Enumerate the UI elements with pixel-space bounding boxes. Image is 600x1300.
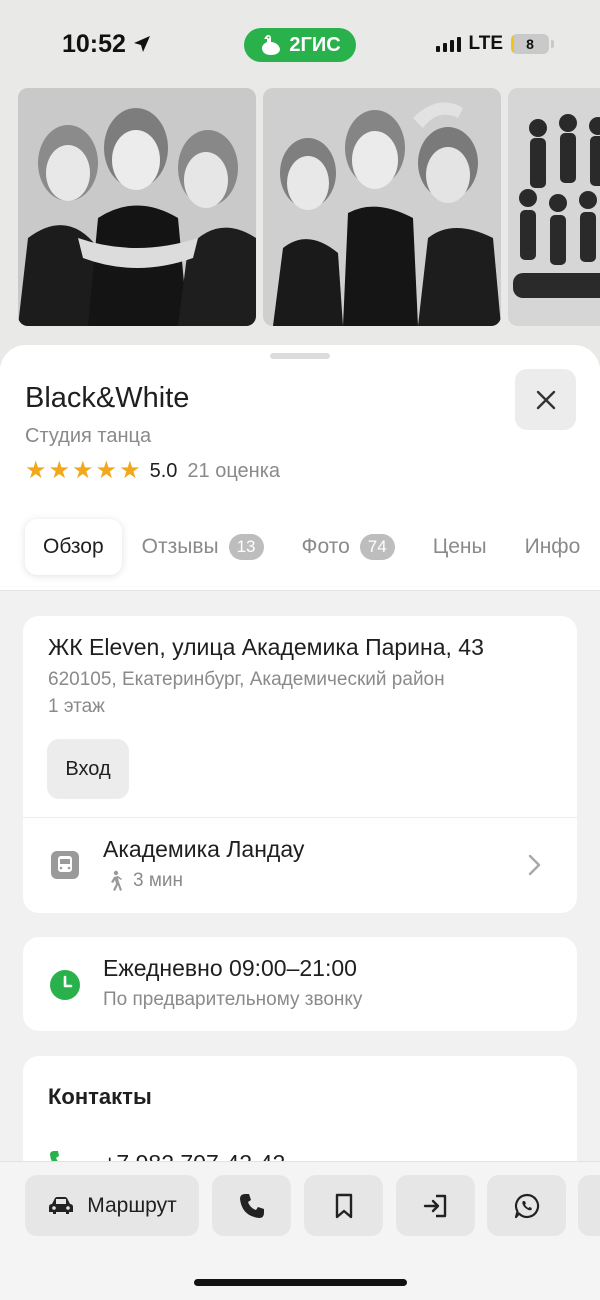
clock-icon <box>50 970 80 1000</box>
route-button-label: Маршрут <box>87 1193 177 1217</box>
chevron-right-icon[interactable] <box>525 852 543 878</box>
place-category: Студия танца <box>25 425 152 447</box>
network-type: LTE <box>468 33 503 54</box>
app-badge[interactable]: 2ГИС <box>244 28 356 62</box>
bookmark-icon <box>335 1193 352 1218</box>
address-card: ЖК Eleven, улица Академика Парина, 43 62… <box>23 616 577 913</box>
call-button[interactable] <box>212 1175 291 1236</box>
tab-label: Инфо <box>524 535 581 558</box>
action-bar: Маршрут <box>0 1161 600 1300</box>
tab-label: Отзывы <box>141 535 219 558</box>
enter-icon <box>423 1194 446 1217</box>
photo-girls-three-icon <box>18 88 256 326</box>
app-badge-label: 2ГИС <box>289 33 341 56</box>
tab-4[interactable]: Инфо <box>507 519 599 575</box>
transit-stop[interactable]: Академика Ландау <box>103 836 304 863</box>
walk-time-row: 3 мин <box>105 870 183 892</box>
hours-card[interactable]: Ежедневно 09:00–21:00 По предварительном… <box>23 937 577 1031</box>
star-icon: ★ <box>25 457 47 484</box>
sheet-grabber[interactable] <box>270 353 330 359</box>
rating-count: 21 оценка <box>187 459 281 482</box>
tab-label: Фото <box>301 535 350 558</box>
phone-icon <box>239 1193 264 1218</box>
walk-time: 3 мин <box>133 870 184 891</box>
battery-level: 8 <box>526 36 534 52</box>
photo-item[interactable] <box>18 88 256 326</box>
home-indicator[interactable] <box>194 1279 407 1286</box>
sheet-header: Black&White Студия танца ★ ★ ★ ★ ★ 5.0 21 оц… <box>0 345 600 591</box>
hours-note: По предварительному звонку <box>103 989 363 1010</box>
photo-item[interactable] <box>263 88 501 326</box>
whatsapp-button[interactable] <box>487 1175 566 1236</box>
tab-label: Цены <box>432 535 487 558</box>
hours-schedule: Ежедневно 09:00–21:00 <box>103 955 357 981</box>
photo-item[interactable] <box>508 88 600 326</box>
card-divider <box>23 817 577 818</box>
close-icon <box>536 390 555 409</box>
photo-carousel[interactable] <box>18 88 600 326</box>
rating-value: 5.0 <box>149 459 178 482</box>
address-subline: 620105, Екатеринбург, Академический райо… <box>48 669 445 690</box>
photo-group-icon <box>508 88 600 326</box>
address-line[interactable]: ЖК Eleven, улица Академика Парина, 43 <box>48 634 484 661</box>
tab-3[interactable]: Цены <box>415 519 505 575</box>
whatsapp-icon <box>514 1193 539 1218</box>
bus-icon <box>51 851 79 879</box>
rating-row[interactable]: ★ ★ ★ ★ ★ 5.0 21 оценка <box>25 459 280 483</box>
tab-2[interactable]: Фото 74 <box>284 519 413 575</box>
signal-icon <box>435 36 461 52</box>
walking-icon <box>111 870 122 891</box>
clock-text: 10:52 <box>62 29 126 58</box>
place-sheet: Black&White Студия танца ★ ★ ★ ★ ★ 5.0 21 оц… <box>0 345 600 1300</box>
star-icon: ★ <box>72 457 94 484</box>
rating-stars: ★ ★ ★ ★ ★ <box>25 459 141 483</box>
tab-label: Обзор <box>43 535 104 558</box>
star-icon: ★ <box>119 457 141 484</box>
tabs-divider <box>0 590 600 591</box>
close-button[interactable] <box>515 369 576 430</box>
status-right: LTE 8 <box>435 33 554 55</box>
more-action-button[interactable] <box>578 1175 600 1236</box>
contacts-title: Контакты <box>48 1084 152 1109</box>
tab-bar: Обзор Отзывы 13 Фото 74 Цены Инфо <box>0 519 600 575</box>
entry-button[interactable]: Вход <box>47 739 129 799</box>
photo-girls-pose-icon <box>263 88 501 326</box>
battery-icon: 8 <box>511 34 549 54</box>
tab-count-badge: 74 <box>359 534 395 560</box>
enter-button[interactable] <box>396 1175 475 1236</box>
goose-logo-icon <box>262 34 281 55</box>
car-icon <box>49 1196 74 1214</box>
star-icon: ★ <box>95 457 118 484</box>
address-floor: 1 этаж <box>48 696 105 717</box>
tab-0[interactable]: Обзор <box>25 519 122 575</box>
route-button[interactable]: Маршрут <box>25 1175 199 1236</box>
tab-1[interactable]: Отзывы 13 <box>124 519 282 575</box>
status-time: 10:52 <box>62 30 152 59</box>
bookmark-button[interactable] <box>304 1175 383 1236</box>
tab-count-badge: 13 <box>228 534 264 560</box>
star-icon: ★ <box>48 457 71 484</box>
place-name: Black&White <box>25 382 190 414</box>
location-arrow-icon <box>133 36 150 52</box>
